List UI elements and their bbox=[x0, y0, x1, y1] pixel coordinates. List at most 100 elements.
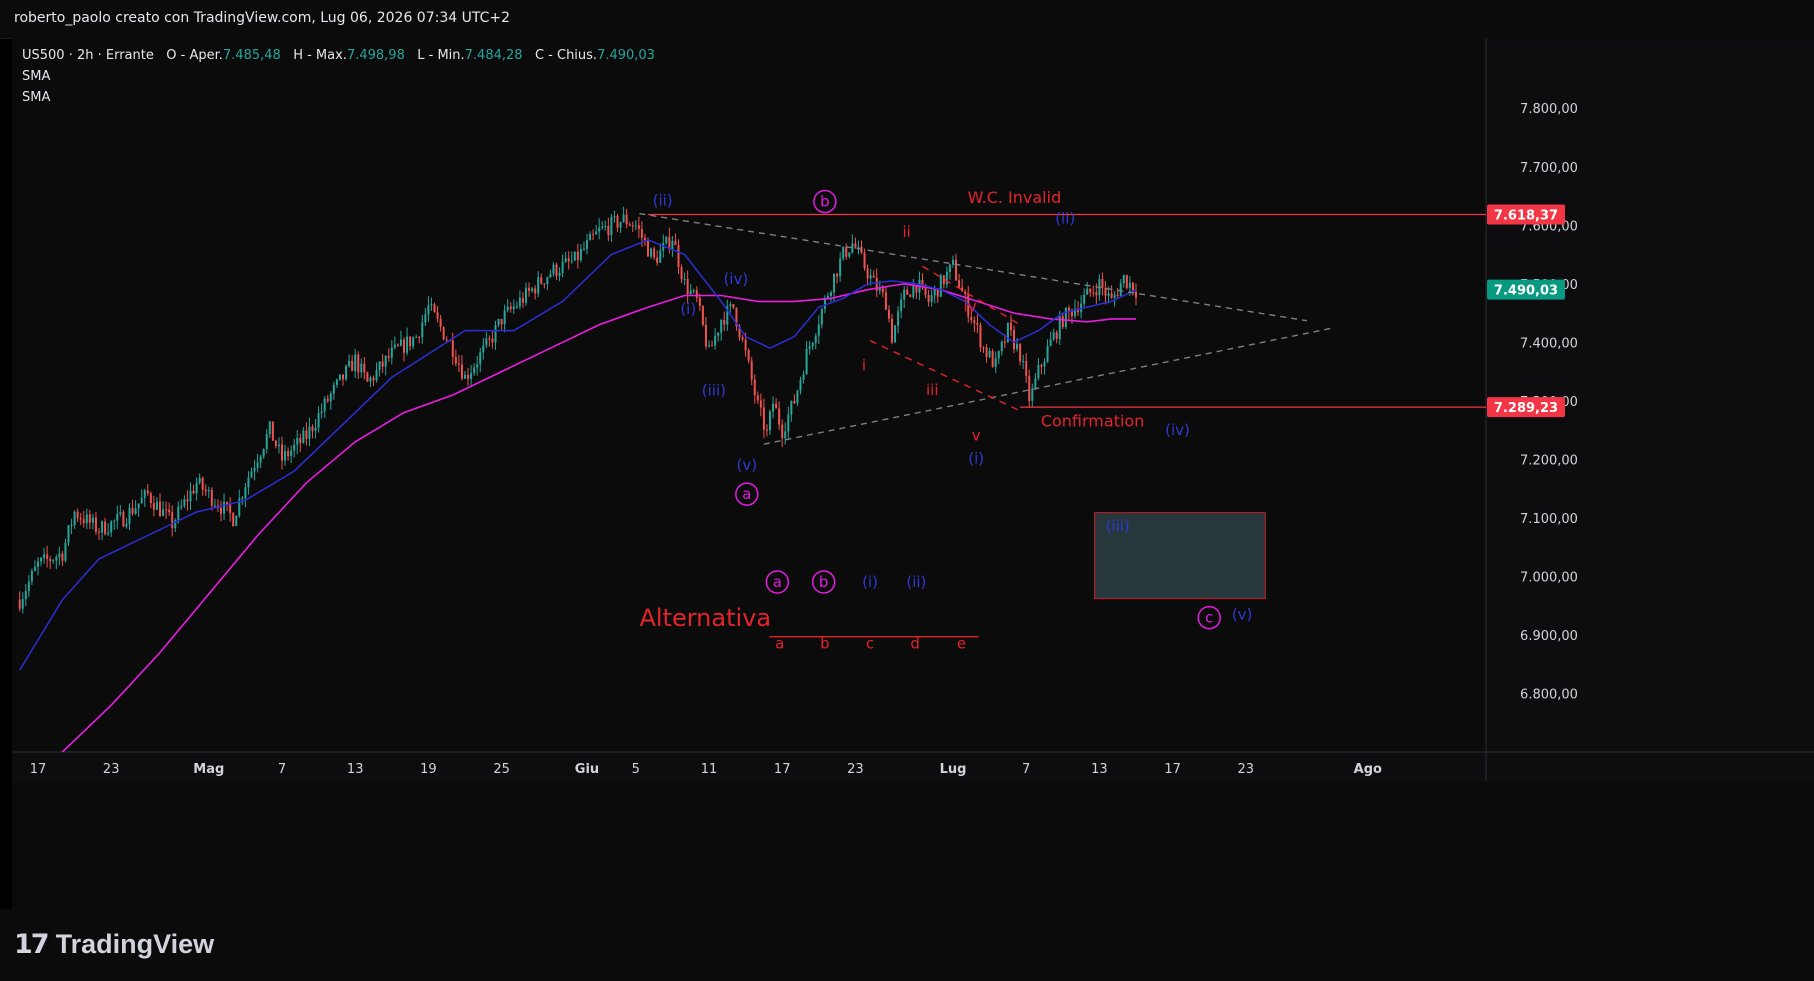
candle-body bbox=[46, 554, 49, 559]
candle-body bbox=[1122, 275, 1125, 284]
open-value: 7.485,48 bbox=[222, 48, 281, 63]
candle-body bbox=[909, 294, 912, 297]
candle-body bbox=[528, 287, 531, 291]
x-tick-label: 19 bbox=[420, 762, 437, 777]
candle-body bbox=[399, 339, 402, 346]
wave-label: c bbox=[1205, 609, 1213, 627]
wave-label: v bbox=[972, 427, 981, 445]
wave-label: Confirmation bbox=[1041, 412, 1145, 431]
candle-body bbox=[55, 557, 58, 561]
candle-body bbox=[378, 361, 381, 371]
candle-body bbox=[512, 306, 515, 310]
indicator-sma-slow[interactable]: SMA bbox=[22, 87, 655, 108]
candle-body bbox=[335, 379, 338, 385]
candle-body bbox=[720, 320, 723, 333]
candle-body bbox=[830, 292, 832, 296]
y-tick-label: 7.800,00 bbox=[1520, 102, 1578, 117]
candle-body bbox=[991, 350, 994, 368]
candle-body bbox=[323, 398, 326, 412]
candle-body bbox=[338, 374, 341, 380]
wave-label: c bbox=[866, 634, 874, 652]
candle-body bbox=[479, 352, 482, 365]
candle-body bbox=[750, 360, 753, 380]
candle-body bbox=[753, 379, 756, 396]
candle-body bbox=[647, 240, 649, 257]
candle-body bbox=[799, 379, 802, 391]
y-tick-label: 7.200,00 bbox=[1520, 453, 1578, 468]
candle-body bbox=[403, 339, 405, 353]
candle-body bbox=[415, 336, 418, 338]
y-tick-label: 6.900,00 bbox=[1520, 629, 1578, 644]
candle-body bbox=[756, 395, 759, 401]
wave-label: b bbox=[820, 634, 830, 652]
candle-body bbox=[994, 358, 997, 368]
wave-label: (iii) bbox=[1106, 517, 1130, 535]
candle-body bbox=[308, 426, 311, 439]
price-chart[interactable]: 7.800,007.700,007.600,007.500,007.400,00… bbox=[12, 38, 1814, 909]
time-axis[interactable] bbox=[12, 752, 1486, 781]
candle-body bbox=[348, 360, 351, 367]
candle-body bbox=[1003, 341, 1006, 343]
candle-body bbox=[473, 367, 476, 374]
candle-body bbox=[976, 323, 979, 325]
candle-body bbox=[488, 338, 491, 340]
candle-body bbox=[143, 490, 146, 498]
plot-background[interactable] bbox=[12, 38, 1486, 752]
candle-body bbox=[891, 318, 893, 343]
candle-body bbox=[842, 246, 845, 259]
candle-body bbox=[387, 355, 390, 358]
candle-body bbox=[232, 513, 235, 527]
candle-body bbox=[43, 554, 46, 558]
candle-body bbox=[912, 285, 915, 297]
x-tick-label: 17 bbox=[774, 762, 791, 777]
candle-body bbox=[964, 291, 967, 295]
chart-area[interactable]: 7.800,007.700,007.600,007.500,007.400,00… bbox=[12, 38, 1814, 909]
x-tick-label: 17 bbox=[30, 762, 47, 777]
candle-body bbox=[985, 347, 988, 358]
wave-label: (ii) bbox=[906, 573, 926, 591]
candle-body bbox=[643, 237, 646, 241]
candle-body bbox=[393, 344, 396, 348]
candle-body bbox=[168, 509, 171, 513]
candle-body bbox=[79, 518, 82, 520]
indicator-sma-fast[interactable]: SMA bbox=[22, 66, 655, 87]
candle-body bbox=[418, 336, 421, 338]
candle-body bbox=[711, 345, 714, 347]
candle-body bbox=[854, 243, 857, 248]
candle-body bbox=[576, 251, 579, 261]
candle-body bbox=[1046, 346, 1049, 362]
bottom-bar bbox=[0, 909, 1814, 981]
candle-body bbox=[546, 277, 549, 285]
candle-body bbox=[903, 289, 906, 300]
candle-body bbox=[18, 599, 21, 609]
symbol-label[interactable]: US500 · 2h · Errante bbox=[22, 48, 154, 63]
candle-body bbox=[317, 413, 320, 428]
wave-label: b bbox=[820, 193, 830, 211]
candle-body bbox=[958, 280, 961, 288]
candle-body bbox=[1040, 364, 1043, 367]
candle-body bbox=[1061, 316, 1064, 328]
candle-body bbox=[887, 309, 890, 319]
candle-body bbox=[165, 509, 168, 511]
x-tick-label: Mag bbox=[193, 762, 224, 777]
candle-body bbox=[265, 434, 268, 450]
candle-body bbox=[372, 377, 375, 381]
candle-body bbox=[110, 521, 113, 533]
candle-body bbox=[1104, 287, 1107, 296]
candle-body bbox=[625, 214, 628, 225]
candle-body bbox=[805, 348, 808, 375]
candle-body bbox=[76, 511, 79, 519]
candle-body bbox=[921, 279, 924, 285]
candle-body bbox=[27, 581, 30, 592]
candle-body bbox=[122, 512, 125, 527]
candle-body bbox=[369, 377, 372, 382]
candle-body bbox=[900, 299, 903, 312]
candle-body bbox=[790, 400, 793, 415]
wave-label: i bbox=[862, 356, 866, 374]
candle-body bbox=[451, 340, 454, 357]
ohlc-row: US500 · 2h · Errante O - Aper.7.485,48 H… bbox=[22, 45, 655, 66]
candle-body bbox=[1083, 294, 1086, 304]
x-tick-label: 17 bbox=[1164, 762, 1181, 777]
candle-body bbox=[149, 493, 152, 504]
high-value: 7.498,98 bbox=[346, 48, 405, 63]
